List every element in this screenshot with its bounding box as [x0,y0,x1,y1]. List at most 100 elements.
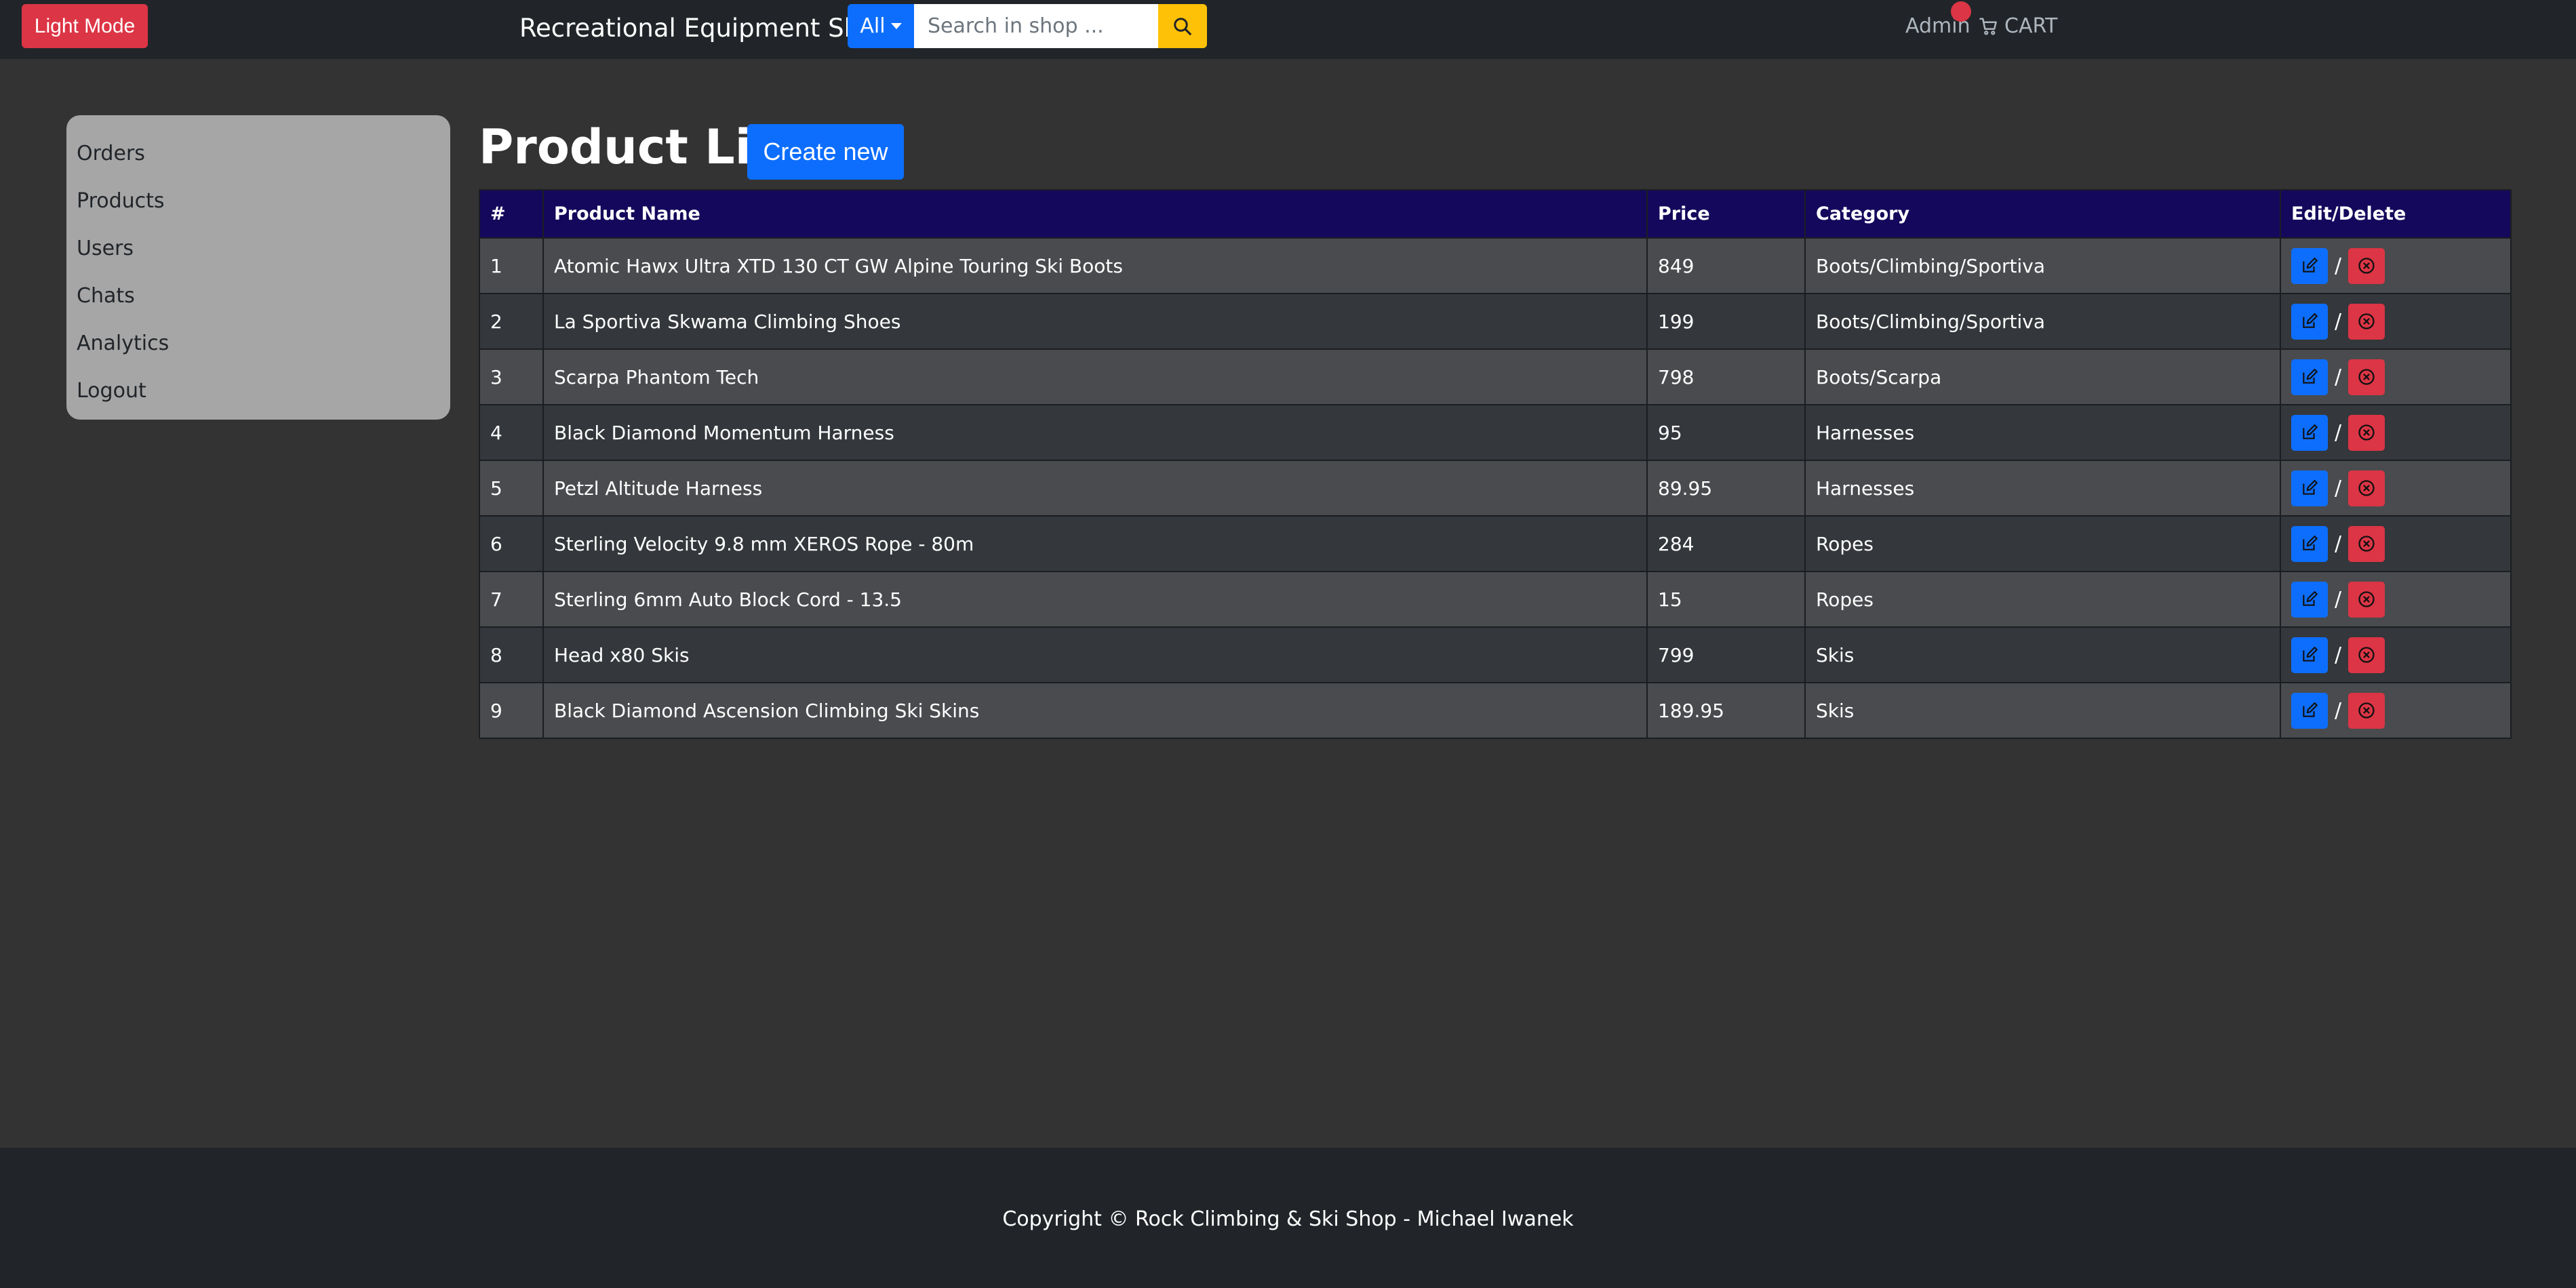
caret-down-icon [890,23,902,29]
product-category: Skis [1804,626,2281,683]
action-separator: / [2335,698,2342,723]
product-name: Scarpa Phantom Tech [542,348,1648,405]
edit-icon [2303,369,2318,384]
action-separator: / [2335,254,2342,278]
product-name: Black Diamond Ascension Climbing Ski Ski… [542,682,1648,739]
product-table: # Product Name Price Category Edit/Delet… [479,189,2512,739]
delete-button[interactable] [2348,247,2385,284]
edit-icon [2303,536,2318,550]
action-separator: / [2335,365,2342,389]
edit-button[interactable] [2291,525,2328,562]
product-price: 189.95 [1646,682,1806,739]
delete-button[interactable] [2348,414,2385,451]
notification-badge [1951,1,1971,22]
action-separator: / [2335,587,2342,611]
table-row: 2 La Sportiva Skwama Climbing Shoes 199 … [479,293,2512,350]
sidebar-item-orders[interactable]: Orders [66,130,450,178]
sidebar-item-logout[interactable]: Logout [66,367,450,415]
sidebar-item-users[interactable]: Users [66,225,450,273]
row-number: 4 [479,404,544,461]
delete-button[interactable] [2348,581,2385,618]
create-new-button[interactable]: Create new [747,124,904,180]
edit-icon [2303,647,2318,662]
product-category: Skis [1804,682,2281,739]
row-number: 6 [479,515,544,572]
search-icon [1174,17,1191,35]
product-name: Sterling 6mm Auto Block Cord - 13.5 [542,571,1648,628]
action-separator: / [2335,476,2342,500]
delete-button[interactable] [2348,470,2385,506]
brand-title[interactable]: Recreational Equipment Shop [519,11,891,46]
edit-button[interactable] [2291,581,2328,618]
x-circle-icon [2358,313,2375,329]
search-category-dropdown[interactable]: All [848,4,914,48]
x-circle-icon [2358,591,2375,607]
product-price: 849 [1646,237,1806,294]
row-actions: / [2280,460,2512,517]
footer: Copyright © Rock Climbing & Ski Shop - M… [0,1148,2576,1288]
delete-button[interactable] [2348,359,2385,395]
edit-icon [2303,591,2318,606]
product-name: Head x80 Skis [542,626,1648,683]
edit-button[interactable] [2291,303,2328,340]
edit-icon [2303,258,2318,273]
product-price: 199 [1646,293,1806,350]
product-price: 284 [1646,515,1806,572]
x-circle-icon [2358,369,2375,385]
product-category: Boots/Climbing/Sportiva [1804,237,2281,294]
row-actions: / [2280,626,2512,683]
copyright-text: Copyright © Rock Climbing & Ski Shop - M… [1002,1207,1574,1231]
edit-icon [2303,313,2318,328]
column-header-edit-delete: Edit/Delete [2280,189,2512,239]
search-group: All [848,4,1207,48]
row-number: 2 [479,293,544,350]
table-header-row: # Product Name Price Category Edit/Delet… [479,189,2512,239]
cart-link[interactable]: CART [1979,12,2057,41]
table-row: 3 Scarpa Phantom Tech 798 Boots/Scarpa / [479,348,2512,405]
product-category: Harnesses [1804,404,2281,461]
delete-button[interactable] [2348,303,2385,340]
cart-icon [1979,18,1997,35]
edit-button[interactable] [2291,692,2328,729]
product-name: Petzl Altitude Harness [542,460,1648,517]
x-circle-icon [2358,480,2375,496]
cart-label: CART [2004,14,2058,38]
product-name: Atomic Hawx Ultra XTD 130 CT GW Alpine T… [542,237,1648,294]
delete-button[interactable] [2348,637,2385,673]
edit-icon [2303,480,2318,495]
edit-button[interactable] [2291,637,2328,673]
sidebar-item-chats[interactable]: Chats [66,273,450,320]
row-actions: / [2280,348,2512,405]
edit-button[interactable] [2291,247,2328,284]
row-actions: / [2280,571,2512,628]
sidebar-item-analytics[interactable]: Analytics [66,320,450,367]
product-price: 15 [1646,571,1806,628]
edit-button[interactable] [2291,359,2328,395]
x-circle-icon [2358,702,2375,719]
product-price: 798 [1646,348,1806,405]
search-button[interactable] [1158,4,1207,48]
table-row: 8 Head x80 Skis 799 Skis / [479,626,2512,683]
row-number: 7 [479,571,544,628]
product-category: Ropes [1804,571,2281,628]
table-row: 9 Black Diamond Ascension Climbing Ski S… [479,682,2512,739]
table-row: 1 Atomic Hawx Ultra XTD 130 CT GW Alpine… [479,237,2512,294]
delete-button[interactable] [2348,692,2385,729]
edit-icon [2303,702,2318,717]
column-header-product-name: Product Name [542,189,1648,239]
search-input[interactable] [914,4,1158,48]
product-price: 89.95 [1646,460,1806,517]
action-separator: / [2335,531,2342,556]
row-number: 1 [479,237,544,294]
product-price: 95 [1646,404,1806,461]
product-name: Black Diamond Momentum Harness [542,404,1648,461]
search-category-label: All [860,14,886,38]
delete-button[interactable] [2348,525,2385,562]
x-circle-icon [2358,536,2375,552]
edit-button[interactable] [2291,414,2328,451]
sidebar-item-products[interactable]: Products [66,178,450,225]
table-row: 4 Black Diamond Momentum Harness 95 Harn… [479,404,2512,461]
edit-button[interactable] [2291,470,2328,506]
light-mode-button[interactable]: Light Mode [22,4,148,48]
row-number: 8 [479,626,544,683]
